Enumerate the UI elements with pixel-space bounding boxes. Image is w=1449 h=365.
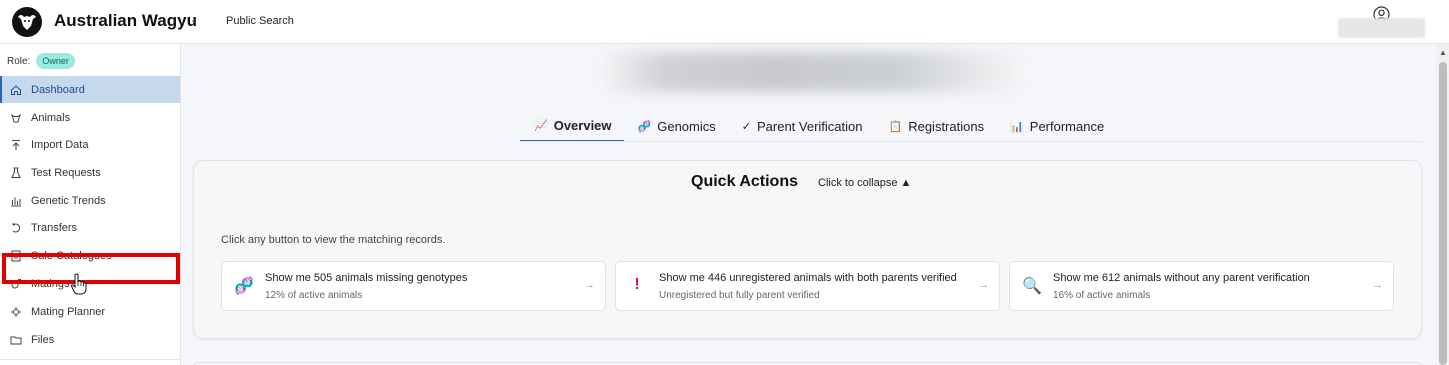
top-bar: Australian Wagyu ⌄ Public Search: [0, 0, 1449, 44]
brand-chevron-down-icon[interactable]: ⌄: [190, 15, 198, 26]
arrow-right-icon: →: [978, 279, 989, 291]
sidebar-item-mating-planner[interactable]: Mating Planner: [0, 298, 180, 325]
tab-parent-verification[interactable]: ✓ Parent Verification: [728, 111, 875, 142]
tab-genomics[interactable]: 🧬 Genomics: [624, 111, 728, 142]
sidebar-item-label: Dashboard: [31, 83, 85, 96]
bar-chart-icon: [10, 195, 22, 207]
quick-actions-hint: Click any button to view the matching re…: [221, 234, 446, 246]
sidebar-item-import-data[interactable]: Import Data: [0, 131, 180, 158]
transfer-icon: [10, 222, 22, 234]
action-title: Show me 505 animals missing genotypes: [265, 272, 468, 284]
tab-label: Overview: [553, 118, 612, 133]
sidebar-item-label: Animals: [31, 111, 71, 124]
scrollbar-thumb[interactable]: [1439, 62, 1447, 365]
sidebar-item-label: Mating Planner: [31, 305, 105, 318]
action-title: Show me 612 animals without any parent v…: [1053, 272, 1310, 284]
exclamation-icon: !: [634, 276, 640, 293]
tab-label: Performance: [1029, 119, 1105, 134]
action-title: Show me 446 unregistered animals with bo…: [659, 272, 957, 284]
scroll-up-arrow-icon[interactable]: ▲: [1439, 48, 1447, 57]
wagyu-logo-icon[interactable]: [12, 7, 42, 37]
collapse-toggle[interactable]: Click to collapse ▲: [818, 177, 911, 189]
hand-pointer-cursor-icon: [70, 273, 87, 295]
public-search-link[interactable]: Public Search: [226, 15, 294, 27]
action-subtitle: 12% of active animals: [265, 290, 363, 301]
planner-icon: [10, 306, 22, 318]
home-icon: [10, 84, 22, 96]
highlight-box: [2, 253, 180, 284]
tab-bar: 📈 Overview 🧬 Genomics ✓ Parent Verificat…: [520, 111, 1116, 142]
tab-performance[interactable]: 📊 Performance: [996, 111, 1116, 142]
sidebar-item-genetic-trends[interactable]: Genetic Trends: [0, 187, 180, 214]
folder-icon: [10, 334, 22, 346]
animal-icon: [10, 112, 22, 124]
quick-actions-card: [193, 160, 1422, 339]
arrow-right-icon: →: [584, 279, 595, 291]
sidebar-item-animals[interactable]: Animals: [0, 104, 180, 131]
sidebar-divider: [0, 359, 180, 360]
role-label: Role:: [7, 55, 31, 67]
action-no-parent-verification-button[interactable]: 🔍 Show me 612 animals without any parent…: [1009, 261, 1394, 311]
sidebar-item-transfers[interactable]: Transfers: [0, 214, 180, 241]
action-missing-genotypes-button[interactable]: 🧬 Show me 505 animals missing genotypes …: [221, 261, 606, 311]
tab-registrations[interactable]: 📋 Registrations: [875, 111, 997, 142]
quick-actions-title: Quick Actions: [691, 173, 798, 190]
upload-icon: [10, 139, 22, 151]
tab-label: Parent Verification: [756, 119, 863, 134]
action-unregistered-verified-button[interactable]: ! Show me 446 unregistered animals with …: [615, 261, 1000, 311]
dna-icon: 🧬: [637, 121, 652, 133]
action-subtitle: Unregistered but fully parent verified: [659, 290, 820, 301]
sidebar-item-label: Files: [31, 333, 55, 346]
arrow-right-icon: →: [1372, 279, 1383, 291]
clipboard-icon: 📋: [888, 121, 903, 133]
sidebar-item-dashboard[interactable]: Dashboard: [0, 76, 180, 103]
action-subtitle: 16% of active animals: [1053, 290, 1151, 301]
sidebar-item-label: Test Requests: [31, 166, 101, 179]
sidebar-item-label: Transfers: [31, 221, 78, 234]
sidebar: Role: Owner Dashboard Animals Import Dat…: [0, 44, 181, 365]
page-title-redacted: [603, 52, 1023, 92]
sidebar-item-files[interactable]: Files: [0, 326, 180, 353]
tab-label: Registrations: [908, 119, 985, 134]
role-row: Role: Owner: [7, 52, 75, 70]
check-icon: ✓: [741, 121, 751, 133]
chart-up-icon: 📈: [534, 120, 548, 132]
magnifier-icon: 🔍: [1022, 278, 1042, 295]
user-name-redacted: [1338, 18, 1425, 38]
role-badge: Owner: [36, 53, 75, 69]
brand-name[interactable]: Australian Wagyu: [54, 11, 197, 31]
sidebar-item-test-requests[interactable]: Test Requests: [0, 159, 180, 186]
bar-chart-icon: 📊: [1010, 121, 1024, 133]
tabs-divider: [520, 141, 1422, 142]
tab-overview[interactable]: 📈 Overview: [520, 111, 624, 142]
flask-icon: [10, 167, 22, 179]
sidebar-item-label: Import Data: [31, 138, 89, 151]
tab-label: Genomics: [657, 119, 716, 134]
dna-icon: 🧬: [234, 278, 254, 295]
sidebar-item-label: Genetic Trends: [31, 194, 106, 207]
